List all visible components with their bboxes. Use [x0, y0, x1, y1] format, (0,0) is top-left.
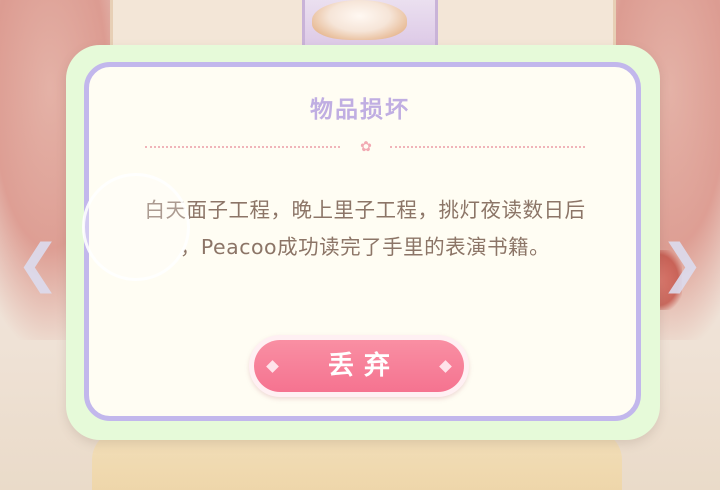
discard-button[interactable]: 丢弃 — [249, 335, 469, 397]
touch-indicator — [82, 173, 190, 281]
background-cake — [312, 0, 407, 40]
chevron-right-icon[interactable]: ❯ — [654, 236, 710, 292]
bow-icon: ✿ — [360, 139, 372, 155]
chevron-left-icon[interactable]: ❮ — [10, 236, 66, 292]
title-divider: ✿ — [145, 139, 585, 155]
discard-button-face[interactable]: 丢弃 — [254, 340, 464, 392]
dialog-title: 物品损坏 — [310, 97, 410, 123]
discard-button-label[interactable]: 丢弃 — [254, 340, 464, 392]
game-screen: ❮ ❯ 物品损坏 ✿ 白天面子工程，晚上里子工程，挑灯夜读数日后 ，Peacoo… — [0, 0, 720, 490]
divider-line-left — [145, 146, 340, 148]
divider-line-right — [390, 146, 585, 148]
